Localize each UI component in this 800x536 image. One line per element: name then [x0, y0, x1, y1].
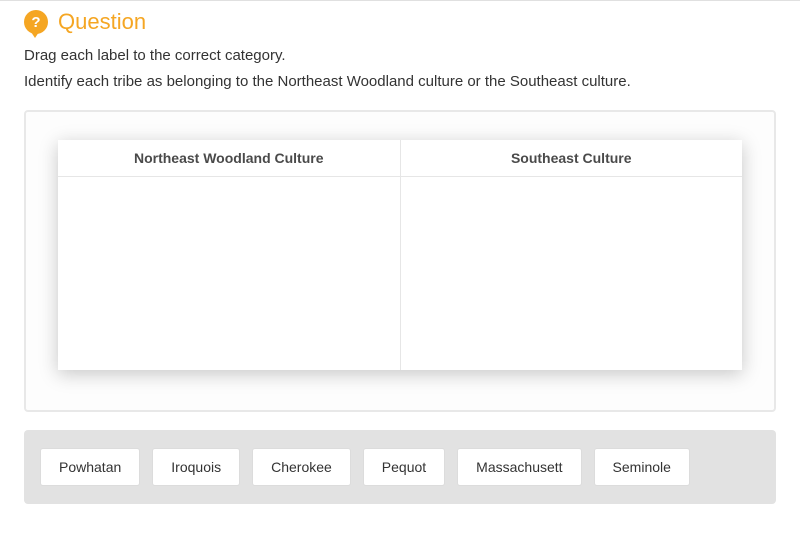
drop-area-panel: Northeast Woodland Culture Southeast Cul… — [24, 110, 776, 412]
labels-tray: Powhatan Iroquois Cherokee Pequot Massac… — [24, 430, 776, 504]
label-massachusett[interactable]: Massachusett — [457, 448, 581, 486]
culture-table: Northeast Woodland Culture Southeast Cul… — [58, 140, 742, 370]
question-title: Question — [58, 9, 146, 35]
instruction-line-1: Drag each label to the correct category. — [24, 43, 776, 69]
question-mark-icon: ? — [24, 10, 48, 34]
dropzone-northeast[interactable] — [58, 177, 400, 370]
label-cherokee[interactable]: Cherokee — [252, 448, 351, 486]
instruction-line-2: Identify each tribe as belonging to the … — [24, 69, 776, 95]
column-southeast: Southeast Culture — [401, 140, 743, 370]
label-iroquois[interactable]: Iroquois — [152, 448, 240, 486]
question-icon-glyph: ? — [31, 14, 40, 31]
label-pequot[interactable]: Pequot — [363, 448, 445, 486]
column-header-northeast: Northeast Woodland Culture — [58, 140, 400, 177]
question-container: ? Question Drag each label to the correc… — [0, 1, 800, 504]
dropzone-southeast[interactable] — [401, 177, 743, 370]
column-header-southeast: Southeast Culture — [401, 140, 743, 177]
label-powhatan[interactable]: Powhatan — [40, 448, 140, 486]
column-northeast: Northeast Woodland Culture — [58, 140, 401, 370]
question-header: ? Question — [24, 9, 776, 35]
instruction-text: Drag each label to the correct category.… — [24, 43, 776, 94]
label-seminole[interactable]: Seminole — [594, 448, 690, 486]
